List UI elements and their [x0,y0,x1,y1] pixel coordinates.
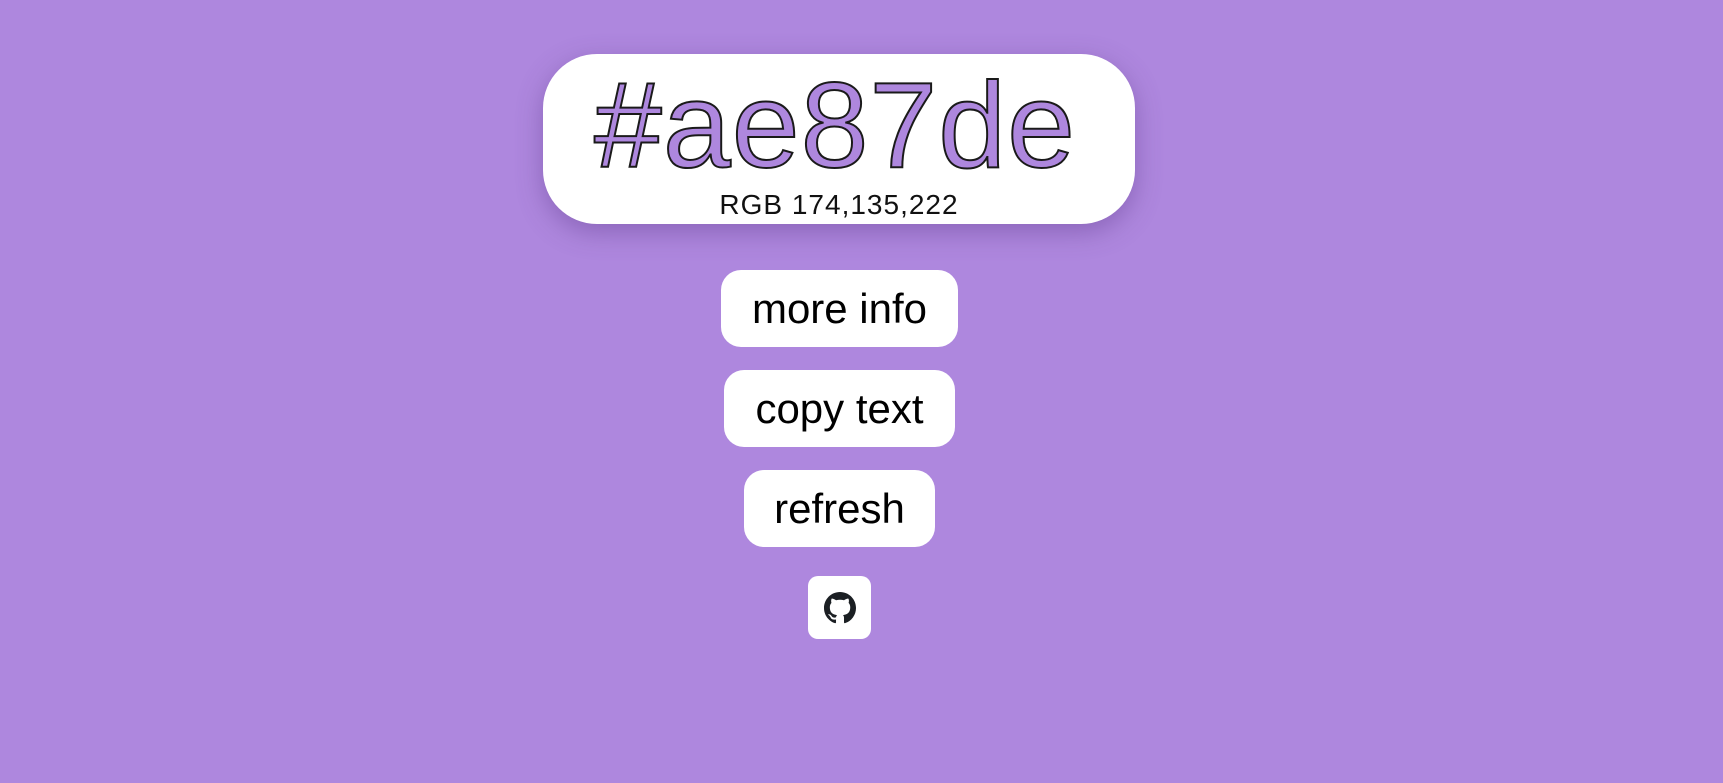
github-link-button[interactable] [808,576,871,639]
copy-text-button[interactable]: copy text [724,370,955,447]
github-icon [823,591,856,623]
color-card: #ae87de RGB 174,135,222 [543,54,1135,224]
more-info-button[interactable]: more info [721,270,958,347]
refresh-button[interactable]: refresh [744,470,935,547]
rgb-value: RGB 174,135,222 [719,189,959,220]
hex-value: #ae87de [593,57,1076,193]
